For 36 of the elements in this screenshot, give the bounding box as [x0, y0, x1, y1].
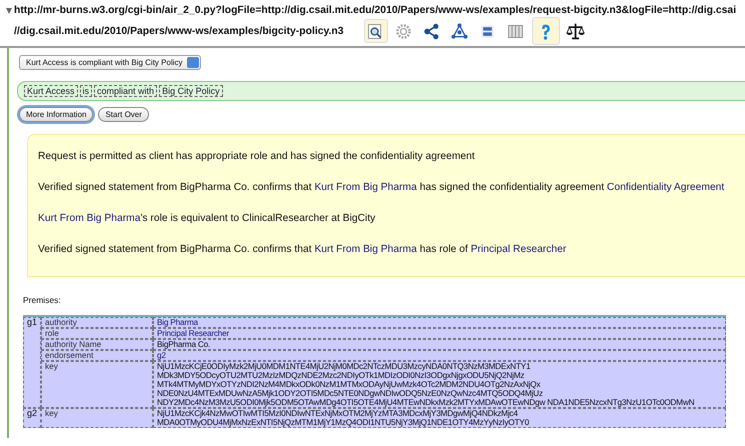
graph-name-cell: g2: [23, 408, 42, 428]
help-icon[interactable]: [532, 17, 560, 45]
property-cell: authority: [41, 317, 154, 328]
value-cell: NjU1MzcKCjE0ODIyMzk2MjU0MDM1NTE4MjU2NjM0MDc2NTczMDU3MzcyNDA0NTQ3NzM3MDExNTY1 MDk3MDY5ODcyOTU2MTU2MzIzMDQzNDE2Mzc2NDIyOTk1MDIzODI0NzI3ODgxNjgxODU5NjQ2NjMz MTk4MTMyMDYxOTYzNDI2NzM4MDkxODk0NzM1MTMxODAyNjUwMzk4OTc2MDM2NDU4OTg2NzAxNjQx NDE0NzU4MTExMDUwNzA5Mjk1ODY2OTI5MDc5NTE0NDgwNDIwODQ5NzE0NzQwNzc4MTQ5ODQ4MjUz NDY2MDc4NzM3MzU5ODI0Mjk5ODM5OTAwMDg4OTI5OTE4MjU4MTEwNDkxMzk2MTYxMDAwOTEwNDgw NDA1NDE5NzcxNTg3NzU1OTc0ODMwN: [153, 361, 726, 408]
term-link[interactable]: Principal Researcher: [470, 244, 566, 255]
explanation-sentence: Verified signed statement from BigPharma Co. confirms that Kurt From Big Pharma has signed the confidentiality agreement Confidentiality Agreement: [38, 182, 726, 193]
term-link[interactable]: Kurt From Big Pharma: [314, 182, 417, 193]
property-cell: key: [41, 361, 154, 408]
explanation-sentence: Request is permitted as client has appropriate role and has signed the confidentiality agreement: [38, 151, 476, 162]
property-cell: endorsement: [41, 350, 154, 361]
action-button[interactable]: More Information: [19, 107, 94, 122]
address-text: //dig.csail.mit.edu/2010/Papers/www-ws/examples/bigcity-policy.n3: [14, 26, 344, 36]
conclusion-term[interactable]: Kurt Access: [24, 85, 78, 97]
conclusion-term[interactable]: Big City Policy: [159, 85, 223, 97]
value-link-cell[interactable]: Big Pharma: [153, 317, 726, 328]
property-cell: key: [41, 408, 154, 428]
address-text: http://mr-burns.w3.org/cgi-bin/air_2_0.py?logFile=http://dig.csail.mit.edu/2010/Papers/www-ws/examples/request-bigcity.n3&logFile=http://dig.csai: [14, 5, 736, 16]
value-link-cell[interactable]: Principal Researcher: [153, 328, 726, 339]
conclusion-dropdown[interactable]: Kurt Access is compliant with Big City Policy: [19, 55, 200, 70]
value-link-cell[interactable]: g2: [153, 350, 726, 361]
term-link[interactable]: Kurt From Big Pharma: [38, 213, 140, 224]
magnifier-icon[interactable]: [364, 19, 388, 43]
value-cell: BigPharma Co.: [153, 339, 726, 350]
explanation-sentence: Verified signed statement from BigPharma Co. confirms that Kurt From Big Pharma has role of Principal Researcher: [38, 244, 568, 255]
value-cell: NjU1MzcKCjk4NzMwOTIwMTI5MzI0NDIwNTExNjMxOTM2MjYzMTA3MDcxMjY3MDgwMjQ4NDkzMjc4 MDA0OTMyODU4MjMxNzExNTI5NjQzMTM1MjY1MzQ4ODI1NTU5NjY3MjQ1NDE1OTY4MzYyNzIyOTY0: [153, 408, 726, 428]
property-cell: role: [41, 328, 154, 339]
term-link[interactable]: Confidentiality Agreement: [606, 182, 724, 193]
graph-name-cell: g1: [23, 317, 42, 408]
explanation-sentence: Kurt From Big Pharma's role is equivalent to ClinicalResearcher at BigCity: [38, 213, 376, 224]
action-button[interactable]: Start Over: [98, 107, 149, 122]
collapse-triangle-icon[interactable]: [6, 8, 12, 14]
conclusion-term[interactable]: is: [80, 85, 92, 97]
premises-label: Premises:: [23, 295, 62, 305]
property-cell: authority Name: [41, 339, 154, 350]
term-link[interactable]: Kurt From Big Pharma: [314, 244, 417, 255]
conclusion-term[interactable]: compliant with: [94, 85, 158, 97]
